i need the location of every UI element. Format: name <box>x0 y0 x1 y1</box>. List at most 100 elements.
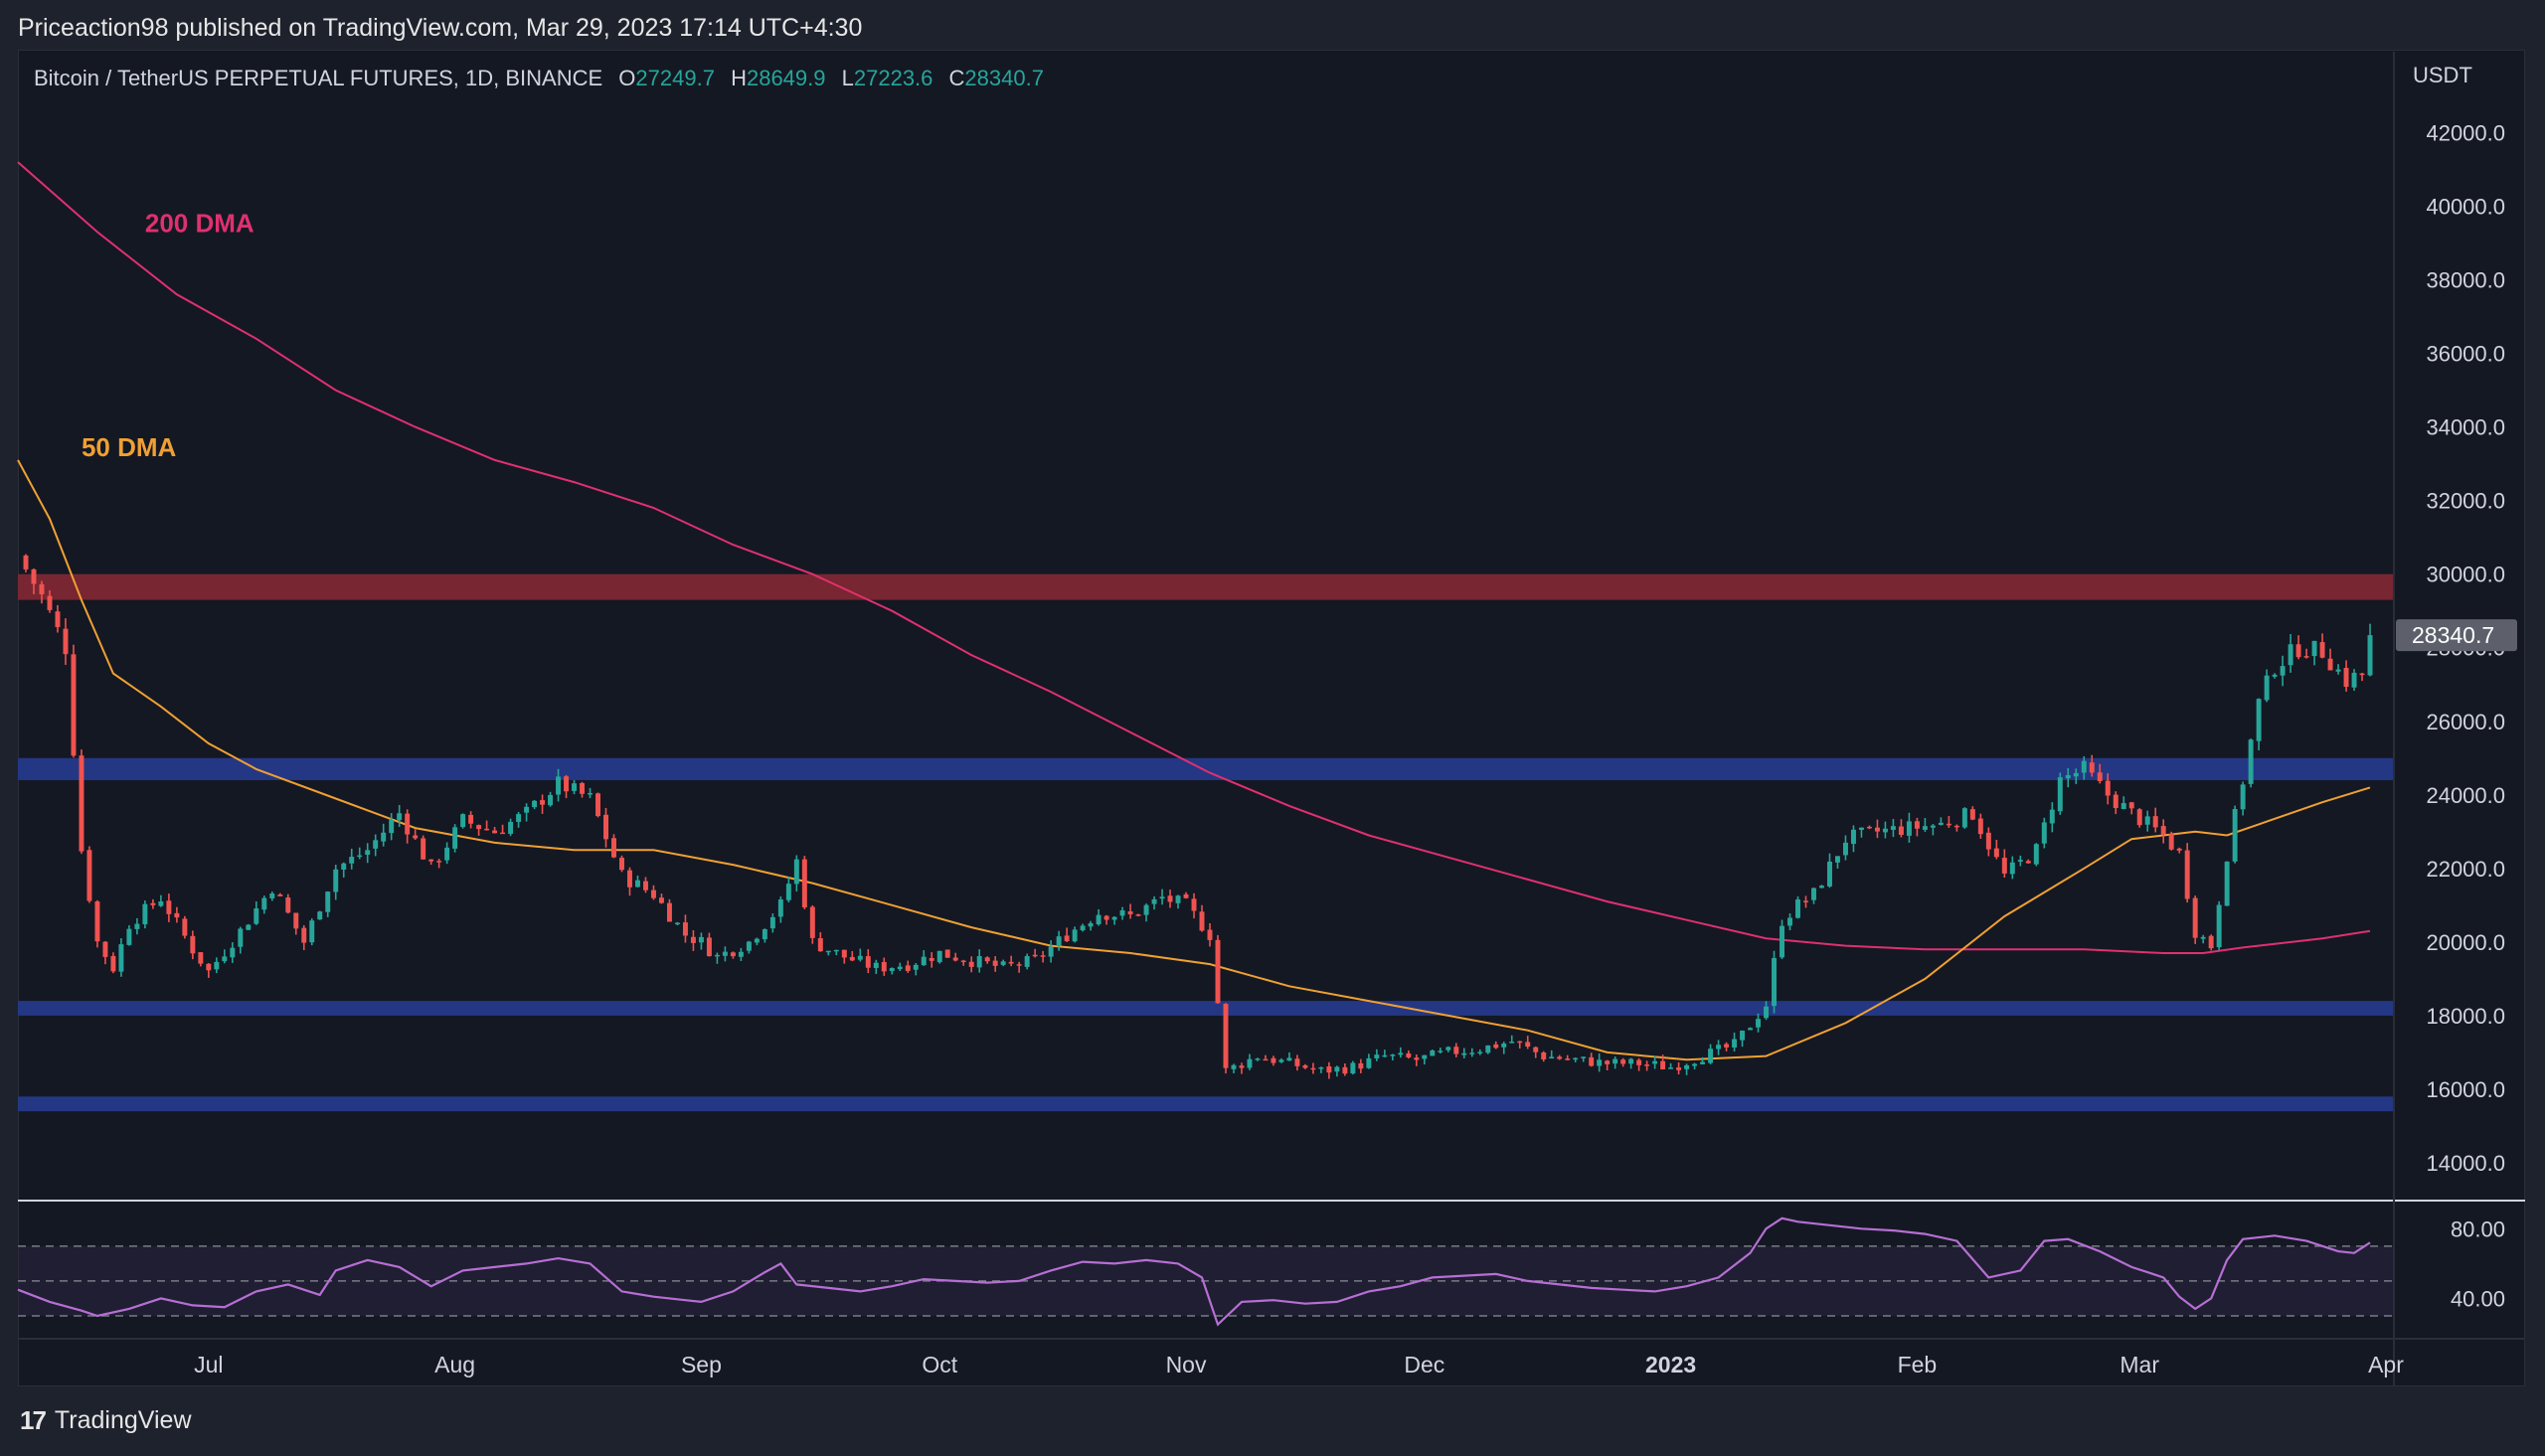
candle-body <box>921 956 927 966</box>
candle <box>833 949 839 956</box>
candle <box>873 959 879 975</box>
candle-body <box>1644 1064 1650 1066</box>
candle-body <box>126 928 132 945</box>
candle-body <box>2105 780 2111 796</box>
candle-body <box>1358 1062 1364 1069</box>
candle <box>1961 807 1967 829</box>
candle <box>2049 802 2055 833</box>
candle <box>1581 1056 1587 1062</box>
candle-body <box>198 952 204 964</box>
candle-body <box>984 957 990 962</box>
zone-support-2 <box>18 1001 2394 1016</box>
candle-body <box>452 827 458 849</box>
candle-body <box>2343 668 2349 688</box>
candle-body <box>1509 1042 1515 1044</box>
candle-body <box>738 951 744 957</box>
candle-body <box>1652 1060 1658 1064</box>
candle-body <box>508 821 514 834</box>
candle-body <box>2136 809 2142 826</box>
legend-close-value: 28340.7 <box>964 66 1044 90</box>
candle-body <box>897 966 903 970</box>
candle-body <box>1668 1067 1674 1069</box>
zone-support-1 <box>18 757 2394 780</box>
candle-body <box>929 957 934 961</box>
candle <box>2136 808 2142 828</box>
candle <box>1493 1041 1499 1050</box>
rsi-tick-label: 40.00 <box>2451 1286 2505 1311</box>
candle <box>1756 1013 1762 1033</box>
candle <box>1366 1053 1372 1069</box>
candle <box>261 895 267 914</box>
candle-body <box>976 956 982 968</box>
candle-body <box>1048 946 1054 957</box>
candle-body <box>1628 1058 1634 1064</box>
candle-body <box>524 806 530 813</box>
candle <box>325 890 331 917</box>
candle-body <box>2351 672 2357 688</box>
candle <box>2113 791 2119 815</box>
candle-body <box>2017 860 2023 862</box>
candle-body <box>1167 895 1173 902</box>
candle-body <box>1072 929 1078 942</box>
candle <box>277 892 283 896</box>
legend-symbol: Bitcoin / TetherUS PERPETUAL FUTURES, 1D… <box>34 66 603 90</box>
candle <box>1390 1053 1396 1061</box>
candle-body <box>960 960 966 963</box>
candle-body <box>674 922 680 925</box>
candle-body <box>1103 915 1109 920</box>
candle-body <box>142 903 148 925</box>
candle <box>1620 1057 1626 1067</box>
candle-body <box>841 949 847 958</box>
candle-body <box>1549 1056 1555 1059</box>
price-tick-label: 42000.0 <box>2426 120 2505 145</box>
time-tick-label: 2023 <box>1645 1352 1696 1377</box>
price-tick-label: 16000.0 <box>2426 1077 2505 1102</box>
candle <box>150 898 156 909</box>
candle-body <box>1135 914 1141 916</box>
candle-body <box>650 890 656 898</box>
candle-body <box>1247 1058 1253 1068</box>
candle <box>1787 913 1792 930</box>
price-tick-label: 20000.0 <box>2426 930 2505 955</box>
candle-body <box>23 555 29 569</box>
candle <box>2017 855 2023 867</box>
candle <box>436 859 442 869</box>
candle <box>1056 930 1062 951</box>
candle-body <box>1326 1066 1332 1073</box>
candle-body <box>246 924 252 930</box>
candle <box>1803 895 1808 908</box>
candle-body <box>206 963 212 971</box>
candle-body <box>1175 895 1181 903</box>
candle-body <box>1930 825 1936 828</box>
candle <box>1684 1063 1690 1075</box>
candle-body <box>1525 1042 1531 1048</box>
candle-body <box>1684 1064 1690 1069</box>
candle <box>1461 1048 1467 1058</box>
candle-body <box>1858 827 1864 830</box>
candle <box>1890 819 1896 838</box>
candle-body <box>1565 1058 1571 1060</box>
candle <box>1223 1003 1229 1074</box>
candle <box>79 749 85 855</box>
tradingview-branding[interactable]: 17 TradingView <box>20 1405 192 1436</box>
candle <box>1772 950 1777 1014</box>
candle <box>1453 1043 1459 1057</box>
candle-body <box>642 881 648 890</box>
candle <box>698 932 704 950</box>
candle-body <box>2288 644 2293 666</box>
candle-body <box>1938 822 1944 825</box>
candle <box>2144 810 2150 832</box>
candle <box>341 862 347 878</box>
candle-body <box>1780 925 1784 958</box>
candle-body <box>2272 674 2278 677</box>
candle <box>2009 856 2015 880</box>
candle <box>1191 892 1197 919</box>
candle <box>1103 914 1109 925</box>
candle-body <box>1342 1066 1348 1074</box>
candle <box>921 950 927 966</box>
price-chart[interactable]: 200 DMA 50 DMA 80.00 40.00 USDT 42000.0 4000… <box>0 0 2545 1456</box>
candle-body <box>269 892 275 898</box>
candle-body <box>2168 834 2174 850</box>
candle-body <box>325 891 331 912</box>
candle <box>642 877 648 893</box>
